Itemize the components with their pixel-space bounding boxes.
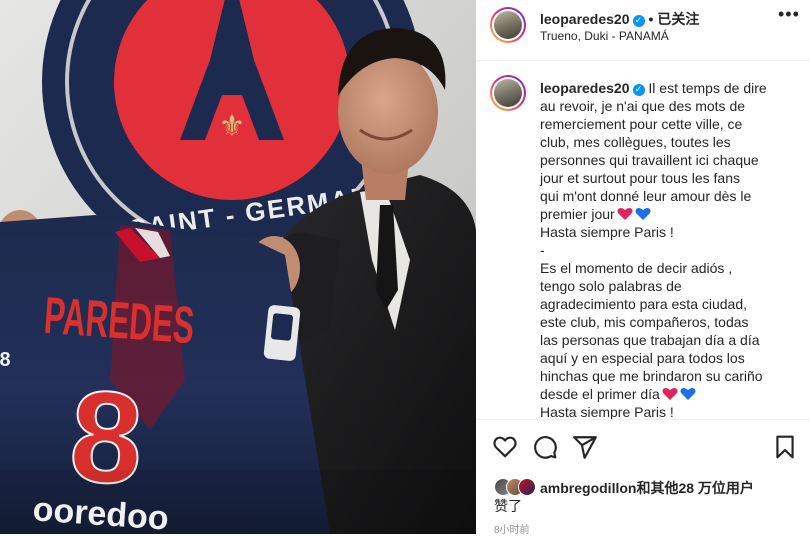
- share-icon[interactable]: [572, 434, 598, 460]
- svg-text:8: 8: [0, 349, 11, 371]
- caption-line-12: agradecimiento para esta ciudad,: [540, 296, 748, 312]
- caption-line-2: remerciement pour cette ville, ce: [540, 116, 743, 132]
- caption-line-8: Hasta siempre Paris !: [540, 224, 674, 240]
- liked-suffix: 赞了: [494, 498, 522, 514]
- post-header: leoparedes20 ✓ • 已关注 Trueno, Duki - PANAMÁ …: [476, 0, 810, 61]
- jersey-name: PAREDES: [42, 287, 196, 355]
- avatar: [518, 478, 536, 496]
- caption-line-14: las personas que trabajan día a día: [540, 332, 760, 348]
- caption-line-16: hinchas que me brindaron su cariño: [540, 368, 763, 384]
- caption-section: leoparedes20 ✓ Il est temps de dire au re…: [476, 61, 810, 420]
- heart-icon[interactable]: [492, 434, 518, 460]
- red-heart-icon: [617, 207, 633, 221]
- caption-line-4: personnes qui travaillent ici chaque: [540, 152, 759, 168]
- following-button[interactable]: 已关注: [657, 11, 699, 27]
- caption-line-5: jour et surtout pour tous les fans: [540, 170, 740, 186]
- caption-line-15: aquí y en especial para todos los: [540, 350, 745, 366]
- caption-text: leoparedes20 ✓ Il est temps de dire au re…: [540, 79, 802, 420]
- caption-line-7: premier jour: [540, 206, 615, 222]
- caption-line-3: club, mes collègues, toutes les: [540, 134, 731, 150]
- likes-summary[interactable]: ambregodillon和其他28 万位用户 赞了: [494, 478, 804, 515]
- caption-line-18: Hasta siempre Paris !: [540, 404, 674, 420]
- svg-text:⚜: ⚜: [219, 109, 246, 144]
- caption-line-1: au revoir, je n'ai que des mots de: [540, 98, 746, 114]
- header-username-row: leoparedes20 ✓ • 已关注: [540, 9, 699, 29]
- avatar[interactable]: [490, 7, 526, 43]
- caption-line-10: Es el momento de decir adiós ,: [540, 260, 733, 276]
- likes-count-text[interactable]: 和其他28 万位用户: [636, 480, 753, 496]
- caption-line-11: tengo solo palabras de: [540, 278, 682, 294]
- caption-line-17: desde el primer día: [540, 386, 660, 402]
- blue-heart-icon: [635, 207, 651, 221]
- caption-avatar[interactable]: [490, 75, 526, 111]
- caption-line-0: Il est temps de dire: [648, 80, 767, 96]
- post-panel: leoparedes20 ✓ • 已关注 Trueno, Duki - PANAMÁ …: [476, 0, 810, 536]
- likes-username[interactable]: ambregodillon: [540, 480, 636, 496]
- caption-username[interactable]: leoparedes20: [540, 80, 630, 96]
- liker-avatars: [494, 478, 536, 497]
- header-separator: •: [648, 11, 654, 27]
- audio-link[interactable]: Trueno, Duki - PANAMÁ: [540, 29, 669, 43]
- post-photo[interactable]: ⚜ SAINT - GERMAI PAREDES 8 ooredoo 8: [0, 0, 476, 534]
- verified-badge-icon: ✓: [632, 84, 645, 96]
- blue-heart-icon: [680, 387, 696, 401]
- action-bar: [476, 430, 810, 470]
- photo-illustration: ⚜ SAINT - GERMAI PAREDES 8 ooredoo 8: [0, 0, 476, 534]
- username-link[interactable]: leoparedes20: [540, 11, 630, 27]
- red-heart-icon: [662, 387, 678, 401]
- bookmark-icon[interactable]: [772, 434, 798, 460]
- comment-icon[interactable]: [532, 434, 558, 460]
- caption-line-6: qui m'ont donné leur amour dès le: [540, 188, 752, 204]
- more-horizontal-icon[interactable]: •••: [778, 5, 802, 24]
- caption-line-13: este club, mis compañeros, todas: [540, 314, 749, 330]
- caption-line-9: -: [540, 242, 545, 258]
- verified-badge-icon: ✓: [632, 15, 645, 27]
